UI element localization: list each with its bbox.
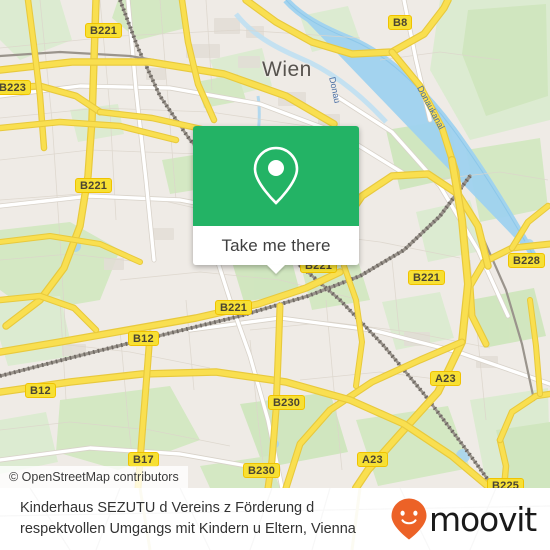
caption-line-1: Kinderhaus SEZUTU d Vereins z Förderung … — [20, 500, 315, 516]
road-shield[interactable]: A23 — [430, 371, 461, 386]
road-shield[interactable]: B225 — [487, 478, 525, 488]
road-shield[interactable]: B221 — [215, 300, 253, 315]
attribution-text: © OpenStreetMap contributors — [9, 470, 179, 484]
footer-bar: Kinderhaus SEZUTU d Vereins z Förderung … — [0, 488, 550, 550]
road-shield[interactable]: B8 — [388, 15, 413, 30]
road-shield[interactable]: B223 — [0, 80, 32, 95]
road-shield[interactable]: B230 — [243, 463, 281, 478]
road-shield[interactable]: B230 — [268, 395, 306, 410]
city-label-wien: Wien — [262, 58, 312, 81]
location-caption: Kinderhaus SEZUTU d Vereins z Förderung … — [20, 498, 356, 540]
road-shield[interactable]: B12 — [25, 383, 56, 398]
take-me-there-label: Take me there — [221, 235, 331, 255]
road-shield[interactable]: B12 — [128, 331, 159, 346]
moovit-wordmark: moovit — [429, 499, 537, 539]
take-me-there-button[interactable]: Take me there — [193, 226, 359, 274]
moovit-logo[interactable]: moovit — [390, 497, 537, 541]
road-shield[interactable]: A23 — [357, 452, 388, 467]
map-canvas[interactable]: .bg { fill:#efebe6; } .green { fill:#d3e… — [0, 0, 550, 488]
popup-pointer-tail — [267, 265, 285, 274]
road-shield[interactable]: B221 — [75, 178, 113, 193]
road-shield[interactable]: B228 — [508, 253, 546, 268]
road-shield[interactable]: B221 — [408, 270, 446, 285]
map-pin-icon — [253, 146, 299, 205]
moovit-pin-smiley-icon — [391, 498, 427, 540]
road-shield[interactable]: B17 — [128, 452, 159, 467]
location-popup-card[interactable]: Take me there — [193, 126, 359, 274]
map-screenshot: .bg { fill:#efebe6; } .green { fill:#d3e… — [0, 0, 550, 550]
popup-header — [193, 126, 359, 226]
road-shield[interactable]: B221 — [85, 23, 123, 38]
caption-line-2: respektvollen Umgangs mit Kindern u Elte… — [20, 521, 356, 537]
map-attribution[interactable]: © OpenStreetMap contributors — [0, 466, 188, 488]
